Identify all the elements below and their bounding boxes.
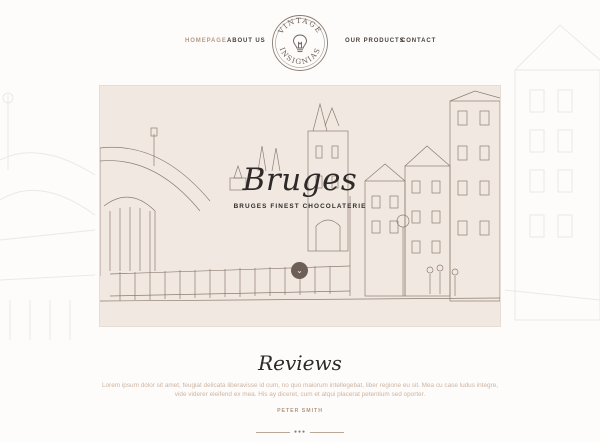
nav-our-products[interactable]: OUR PRODUCTS: [345, 38, 404, 44]
hero-banner: Bruges BRUGES FINEST CHOCOLATERIE ⌄: [100, 86, 500, 326]
reviews-heading: Reviews: [258, 351, 342, 375]
site-header: HOMEPAGE ABOUT US VINTAGE INSIGNIAS OUR …: [0, 0, 600, 80]
section-divider: ●●●: [256, 429, 344, 435]
divider-dots-icon: ●●●: [293, 429, 307, 435]
nav-about-us[interactable]: ABOUT US: [227, 38, 266, 44]
chevron-down-icon: ⌄: [296, 266, 303, 275]
nav-homepage[interactable]: HOMEPAGE: [185, 38, 227, 44]
nav-contact[interactable]: CONTACT: [401, 38, 436, 44]
hero-title: Bruges: [242, 162, 358, 198]
review-author: PETER SMITH: [277, 408, 323, 414]
hero-subtitle: BRUGES FINEST CHOCOLATERIE: [233, 203, 367, 210]
vintage-insignias-logo[interactable]: VINTAGE INSIGNIAS: [271, 14, 329, 72]
scroll-down-button[interactable]: ⌄: [291, 262, 308, 279]
review-text: Lorem ipsum dolor sit amet, feugiat deli…: [101, 382, 499, 398]
